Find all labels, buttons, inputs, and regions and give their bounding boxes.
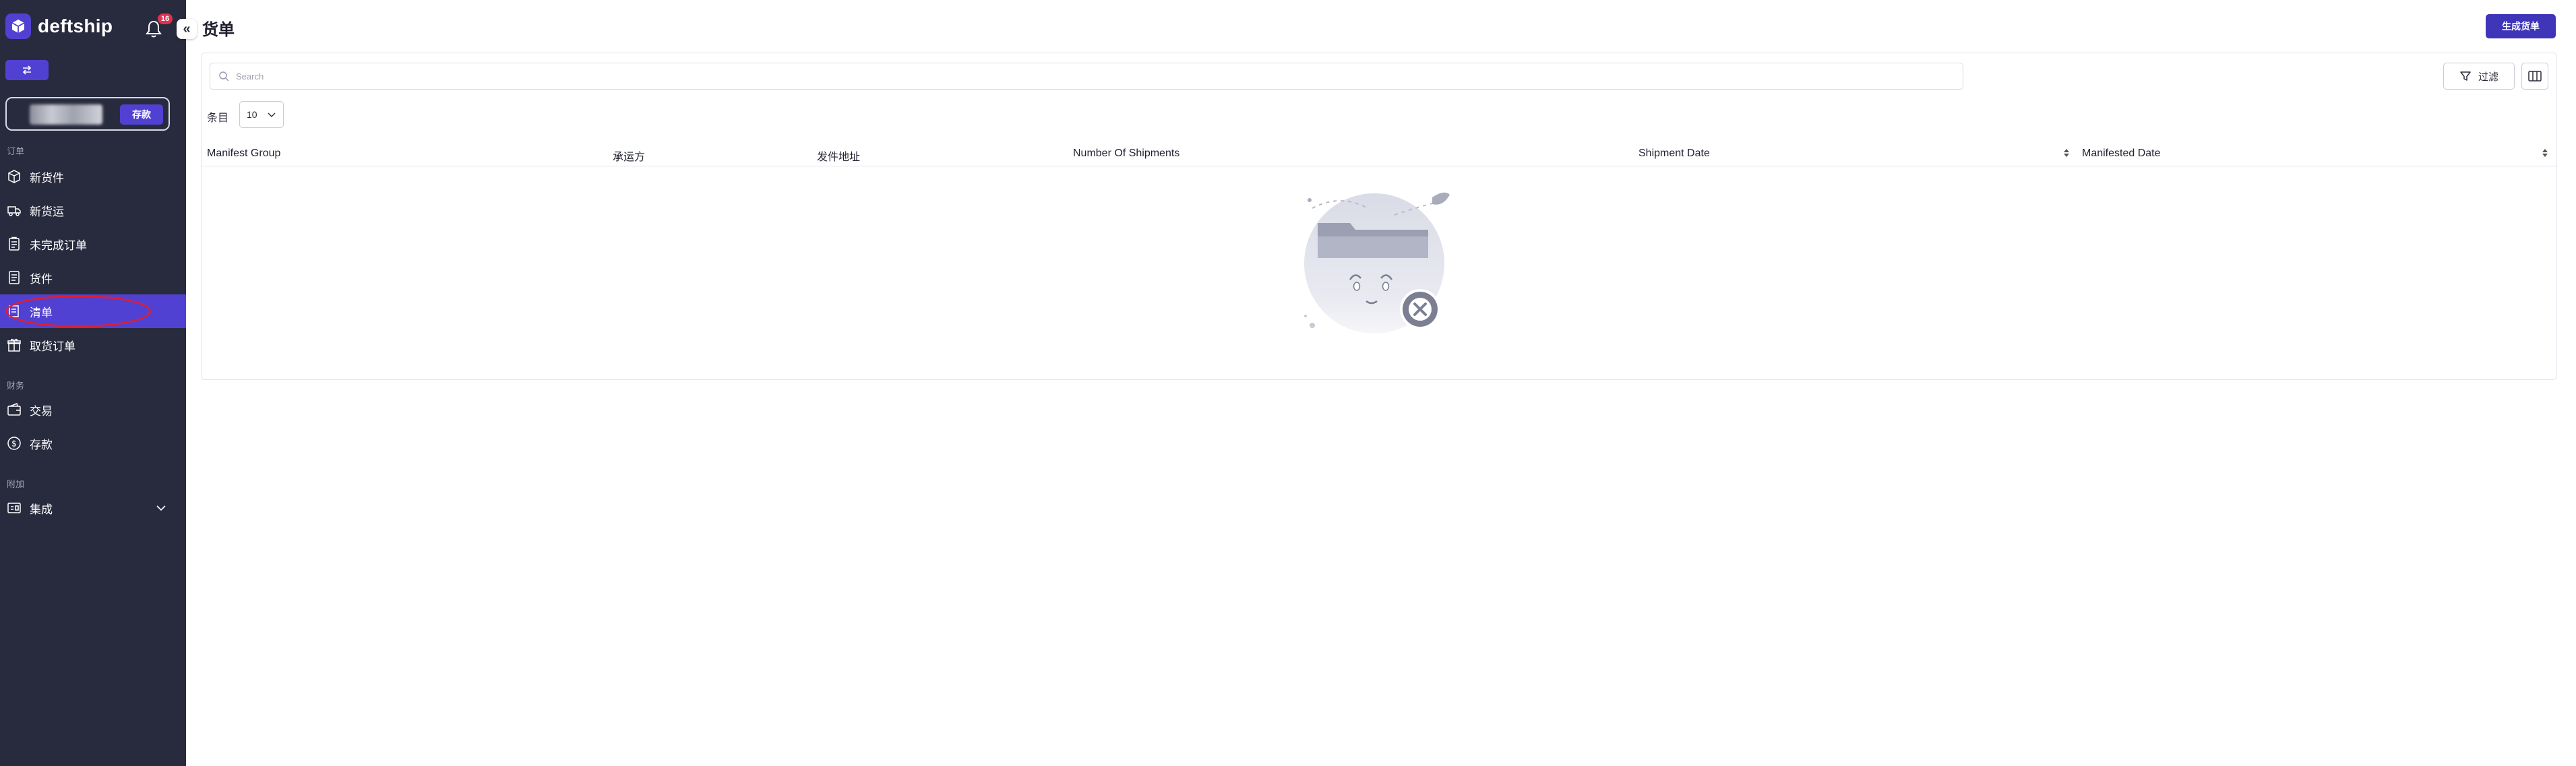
deftship-logo-icon [5,13,31,39]
search-icon [219,71,229,82]
sidebar-item-manifests[interactable]: 清单 [0,294,186,328]
clipboard-icon [9,236,20,251]
column-header-number-of-shipments[interactable]: Number Of Shipments [1073,148,1179,160]
section-label-finance: 财务 [7,381,25,391]
sidebar-item-label: 未完成订单 [30,238,87,252]
brand-name: deftship [38,15,113,36]
integration-icon [7,503,21,513]
wallet-icon [7,402,21,416]
page-header: 货单 生成货单 [186,0,2576,53]
sidebar-item-label: 存款 [30,438,53,451]
rows-per-page-select[interactable]: 10 [239,101,284,128]
manifest-icon [9,305,19,317]
manifest-table-card: 过滤 条目 10 Manifest Group 承运方 发件地址 Number … [201,53,2557,380]
brand[interactable]: deftship [5,13,113,39]
collapse-sidebar-button[interactable]: « [177,19,197,39]
balance-panel: 存款 [5,97,170,131]
column-header-sender-address[interactable]: 发件地址 [817,148,860,164]
columns-icon [2528,71,2542,82]
column-header-carrier[interactable]: 承运方 [613,148,645,164]
sort-icon[interactable] [2542,148,2548,158]
filter-funnel-icon [2460,71,2471,81]
sidebar-item-label: 清单 [30,306,53,319]
section-label-orders: 订单 [7,146,25,156]
sidebar-item-label: 取货订单 [30,340,75,353]
chevron-down-icon [268,113,276,117]
section-label-extras: 附加 [7,479,25,489]
sort-icon[interactable] [2063,148,2070,158]
sidebar: deftship 16 « 存款 订单 新货件 新货运 未完成订单 货件 清单 … [0,0,197,766]
document-icon [9,271,20,284]
sidebar-item-incomplete-orders[interactable]: 未完成订单 [0,227,186,261]
sidebar-item-label: 新货件 [30,171,64,185]
sidebar-item-transactions[interactable]: 交易 [0,393,186,426]
sidebar-item-pickup-orders[interactable]: 取货订单 [0,328,186,362]
sidebar-item-label: 交易 [30,404,53,418]
deposit-button[interactable]: 存款 [120,104,163,125]
rows-per-page-value: 10 [247,109,257,120]
chevron-down-icon[interactable] [155,502,167,514]
generate-manifest-button[interactable]: 生成货单 [2486,14,2556,38]
search-field[interactable] [210,63,1963,90]
empty-state-illustration [1304,192,1450,333]
rows-per-page-label: 条目 [207,113,229,124]
sidebar-item-label: 货件 [30,272,53,286]
column-header-manifest-group[interactable]: Manifest Group [207,148,280,160]
sidebar-item-shipments[interactable]: 货件 [0,261,186,294]
blurred-balance [30,104,102,125]
box-icon [8,170,20,183]
gift-box-icon [7,338,21,352]
column-header-shipment-date[interactable]: Shipment Date [1638,148,1710,160]
main-content: 货单 生成货单 过滤 条目 10 Manifest Group 承运方 发件地址… [186,0,2576,766]
table-header: Manifest Group 承运方 发件地址 Number Of Shipme… [202,139,2556,166]
filter-button[interactable]: 过滤 [2443,63,2515,90]
truck-icon [7,206,21,216]
sidebar-item-label: 集成 [30,503,53,516]
search-input[interactable] [236,71,1853,82]
swap-arrows-icon [22,65,32,75]
switch-account-button[interactable] [5,60,49,80]
column-header-manifested-date[interactable]: Manifested Date [2082,148,2161,160]
sidebar-item-new-shipment[interactable]: 新货件 [0,160,186,193]
filter-button-label: 过滤 [2478,71,2498,83]
svg-text:$: $ [11,439,17,449]
page-title: 货单 [202,21,235,39]
sidebar-item-deposits[interactable]: $ 存款 [0,426,186,460]
notification-count-badge: 16 [158,13,173,24]
sidebar-item-integrations[interactable]: 集成 [0,491,186,525]
dollar-circle-icon: $ [7,437,21,450]
sidebar-item-label: 新货运 [30,205,64,218]
sidebar-item-new-freight[interactable]: 新货运 [0,193,186,227]
column-toggle-button[interactable] [2521,63,2548,90]
